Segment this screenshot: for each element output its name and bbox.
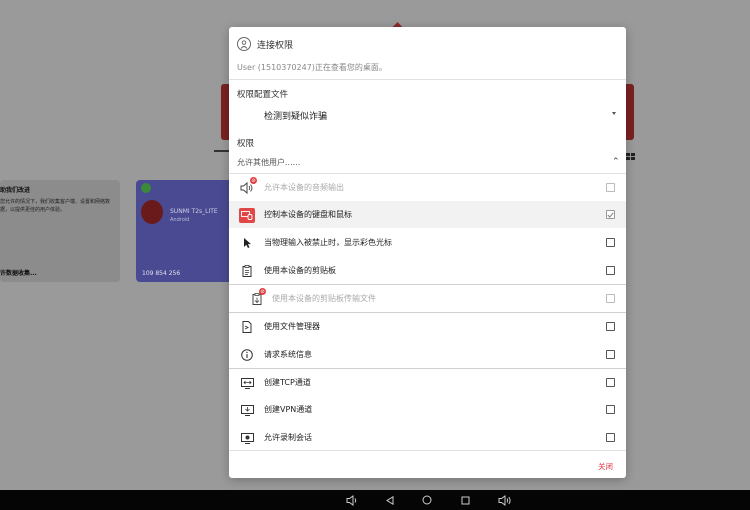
file-manager-icon	[239, 319, 255, 335]
record-session-icon	[239, 430, 255, 446]
permission-tcp-tunnel[interactable]: 创建TCP通道	[229, 369, 626, 396]
permission-label: 当物理输入被禁止时，显示彩色光标	[264, 238, 392, 247]
permission-label: 允许本设备的音频输出	[264, 183, 344, 192]
online-check-icon	[141, 183, 151, 193]
permission-label: 使用本设备的剪贴板传输文件	[272, 294, 376, 303]
volume-up-icon[interactable]	[496, 490, 514, 510]
user-icon	[237, 37, 251, 51]
permission-checkbox[interactable]	[606, 378, 615, 387]
card-title: 助我们改进	[0, 187, 31, 194]
dialog-subtitle: User (1510370247)正在查看您的桌面。	[237, 63, 387, 72]
permission-label: 使用本设备的剪贴板	[264, 266, 336, 275]
speaker-lock-icon: ⊘	[239, 177, 257, 196]
permission-label: 使用文件管理器	[264, 322, 320, 331]
permission-label: 请求系统信息	[264, 350, 312, 359]
device-avatar	[141, 200, 163, 224]
card-description: 您允许的情况下，我们收集客户端、设置和网络数据，以提供更佳的用户体验。	[0, 199, 111, 213]
permission-file-manager[interactable]: 使用文件管理器	[229, 313, 626, 340]
dropdown-arrow-icon[interactable]	[612, 112, 616, 115]
permission-clipboard-files[interactable]: ⊘ 使用本设备的剪贴板传输文件	[229, 285, 626, 312]
clipboard-icon	[239, 263, 255, 279]
permission-record-session[interactable]: 允许录制会话	[229, 424, 626, 451]
permission-label: 创建TCP通道	[264, 378, 311, 387]
permission-label: 创建VPN通道	[264, 405, 313, 414]
permission-checkbox[interactable]	[606, 433, 615, 442]
permission-checkbox[interactable]	[606, 210, 615, 219]
dialog-header: 连接权限	[237, 36, 293, 52]
permission-audio[interactable]: ⊘ 允许本设备的音频输出	[229, 174, 626, 201]
info-icon	[239, 347, 255, 363]
vpn-tunnel-icon	[239, 402, 255, 418]
device-name: SUNMI T2s_LITE	[170, 208, 218, 215]
volume-down-icon[interactable]	[343, 490, 361, 510]
allow-others-toggle[interactable]: 允许其他用户......	[237, 157, 300, 168]
permission-vpn-tunnel[interactable]: 创建VPN通道	[229, 396, 626, 423]
system-navigation-bar	[0, 490, 750, 510]
keyboard-mouse-icon	[239, 207, 255, 223]
permission-system-info[interactable]: 请求系统信息	[229, 341, 626, 368]
data-collection-card: 助我们改进 您允许的情况下，我们收集客户端、设置和网络数据，以提供更佳的用户体验…	[0, 180, 120, 282]
permission-clipboard[interactable]: 使用本设备的剪贴板	[229, 257, 626, 284]
permission-checkbox[interactable]	[606, 405, 615, 414]
back-icon[interactable]	[382, 490, 398, 510]
permission-label: 允许录制会话	[264, 433, 312, 442]
recents-icon[interactable]	[457, 490, 473, 510]
device-os: Android	[170, 217, 190, 223]
profile-label: 权限配置文件	[237, 90, 289, 100]
divider	[229, 79, 626, 80]
grid-view-icon	[626, 153, 636, 161]
connection-permissions-dialog: 连接权限 User (1510370247)正在查看您的桌面。 权限配置文件 检…	[229, 27, 626, 478]
permission-checkbox[interactable]	[606, 322, 615, 331]
permission-label: 控制本设备的键盘和鼠标	[264, 210, 352, 219]
profile-dropdown[interactable]: 检测到疑似诈骗	[264, 109, 327, 122]
permission-keyboard-mouse[interactable]: 控制本设备的键盘和鼠标	[229, 201, 626, 228]
permission-checkbox[interactable]	[606, 350, 615, 359]
permission-colored-cursor[interactable]: 当物理输入被禁止时，显示彩色光标	[229, 229, 626, 256]
tcp-tunnel-icon	[239, 375, 255, 391]
chevron-up-icon[interactable]: ⌃	[612, 157, 620, 167]
permission-checkbox[interactable]	[606, 183, 615, 192]
clipboard-file-lock-icon: ⊘	[249, 288, 266, 307]
permission-checkbox[interactable]	[606, 266, 615, 275]
dialog-title: 连接权限	[257, 40, 294, 51]
divider	[229, 450, 626, 451]
cursor-icon	[239, 235, 255, 251]
permission-checkbox[interactable]	[606, 238, 615, 247]
card-footer: 许数据收集...	[0, 270, 37, 277]
background-tab-indicator	[214, 150, 230, 152]
permission-checkbox[interactable]	[606, 294, 615, 303]
permissions-label: 权限	[237, 139, 255, 149]
device-id: 109 854 256	[142, 270, 181, 277]
close-button[interactable]: 关闭	[598, 461, 613, 472]
device-card: SUNMI T2s_LITE Android 109 854 256	[136, 180, 231, 282]
home-icon[interactable]	[419, 490, 435, 510]
